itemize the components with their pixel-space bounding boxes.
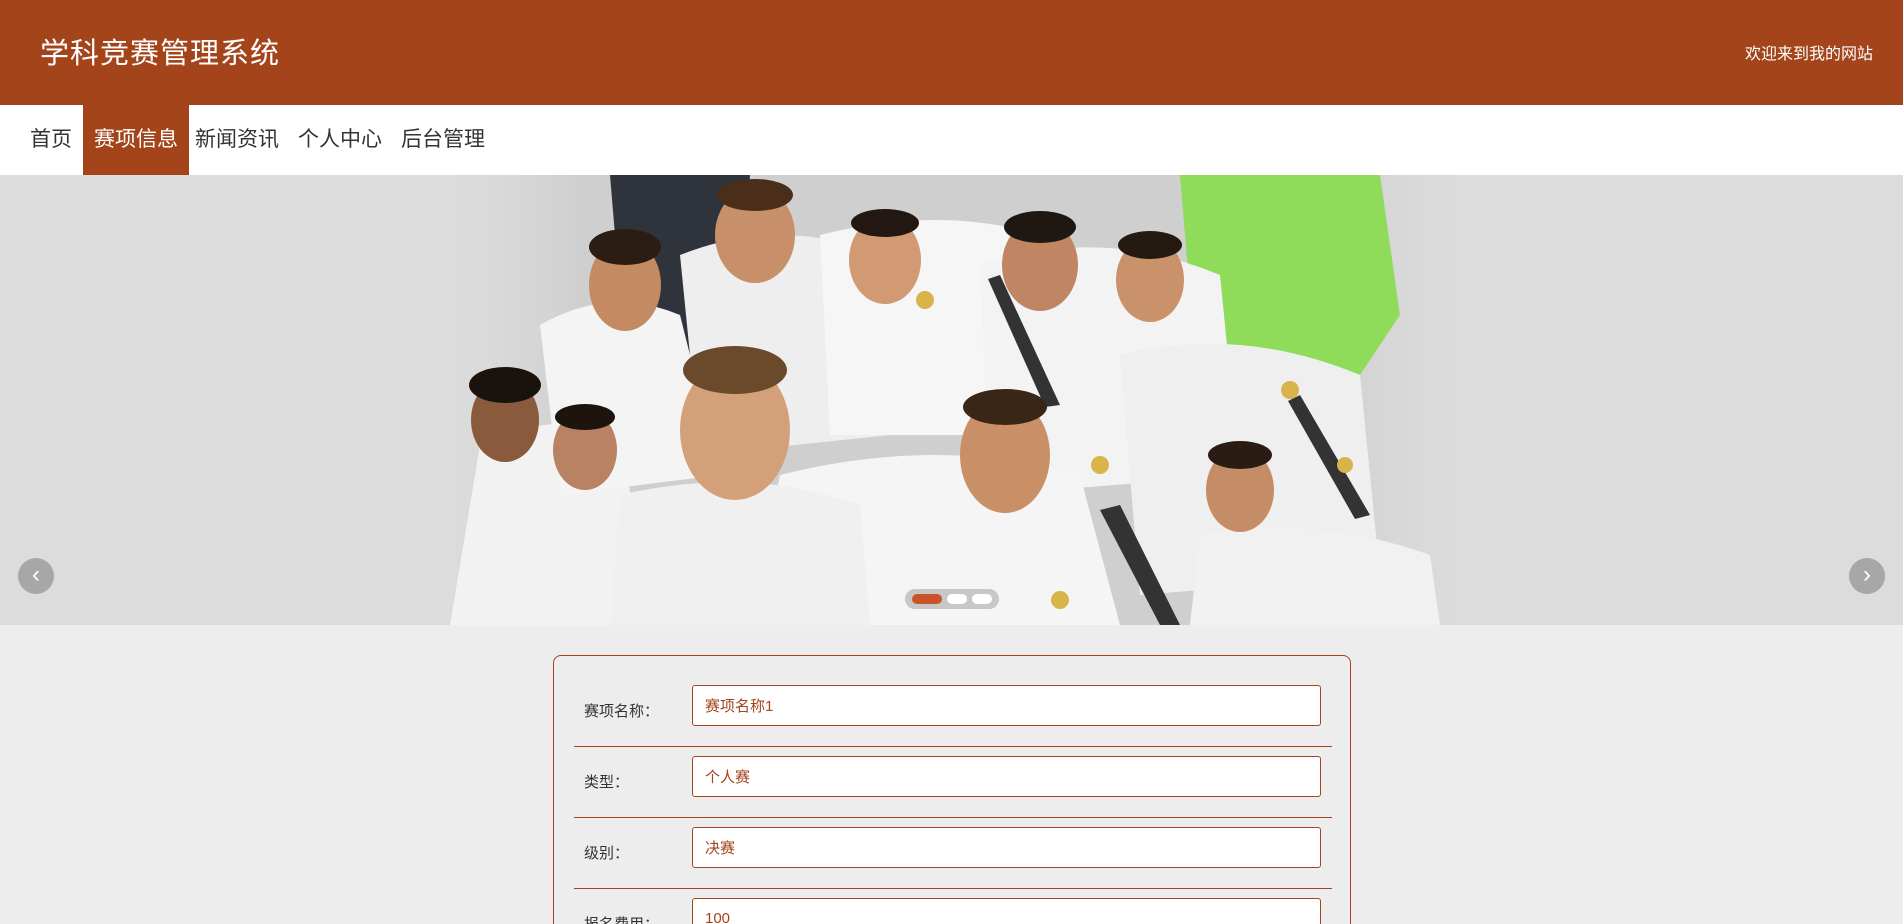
nav-item-personal-center[interactable]: 个人中心 <box>287 105 393 175</box>
nav-item-news[interactable]: 新闻资讯 <box>184 105 290 175</box>
carousel-prev-button[interactable]: ‹ <box>18 558 54 594</box>
registration-fee-field[interactable] <box>692 898 1321 924</box>
banner-carousel: ‹ › <box>0 175 1903 625</box>
site-title: 学科竞赛管理系统 <box>40 38 281 70</box>
banner-image <box>420 175 1490 625</box>
competition-name-field[interactable] <box>692 685 1321 726</box>
form-row-level: 级别： <box>574 818 1332 889</box>
welcome-text: 欢迎来到我的网站 <box>1744 46 1873 63</box>
field-label-fee: 报名费用： <box>584 913 659 924</box>
field-label-name: 赛项名称： <box>584 703 660 720</box>
nav-item-home[interactable]: 首页 <box>19 105 83 175</box>
carousel-dot-3[interactable] <box>972 594 992 604</box>
field-label-type: 类型： <box>584 774 630 791</box>
carousel-next-button[interactable]: › <box>1849 558 1885 594</box>
form-row-fee: 报名费用： <box>574 889 1332 924</box>
nav-item-admin[interactable]: 后台管理 <box>390 105 496 175</box>
form-row-type: 类型： <box>574 747 1332 818</box>
carousel-indicator <box>905 589 999 609</box>
competition-detail-form: 赛项名称： 类型： 级别： 报名费用： <box>553 655 1351 924</box>
carousel-dot-1[interactable] <box>912 594 942 604</box>
field-label-level: 级别： <box>584 845 630 862</box>
header-bar: 学科竞赛管理系统 欢迎来到我的网站 <box>0 0 1903 105</box>
form-row-name: 赛项名称： <box>574 676 1332 747</box>
nav-item-competition-info[interactable]: 赛项信息 <box>83 105 189 175</box>
competition-level-field[interactable] <box>692 827 1321 868</box>
main-nav: 首页 赛项信息 新闻资讯 个人中心 后台管理 <box>0 105 1903 175</box>
carousel-dot-2[interactable] <box>947 594 967 604</box>
competition-type-field[interactable] <box>692 756 1321 797</box>
